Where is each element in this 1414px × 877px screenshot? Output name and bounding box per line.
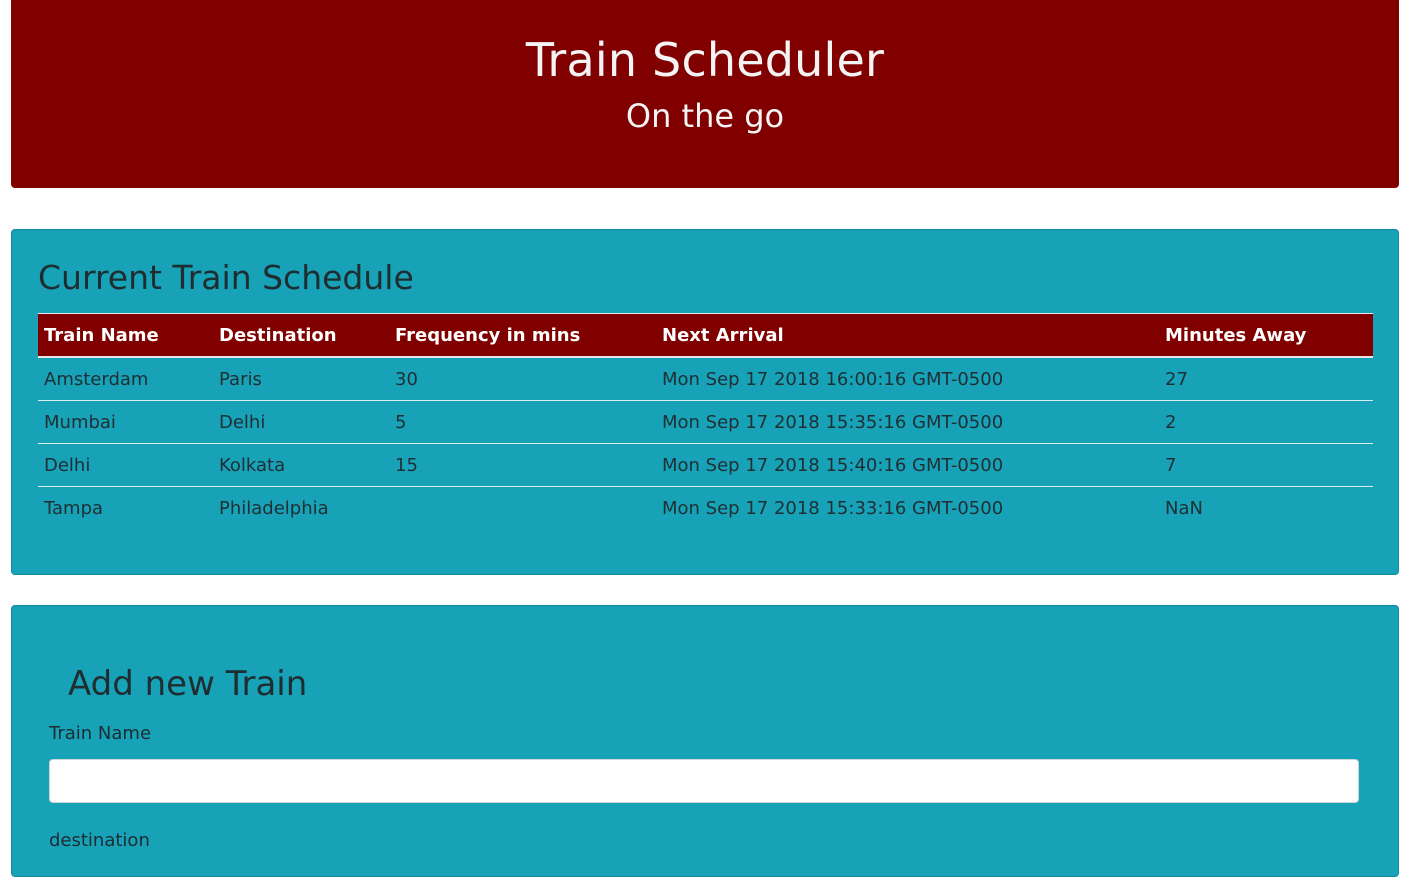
table-header-row: Train Name Destination Frequency in mins…: [38, 313, 1373, 358]
cell-destination: Paris: [213, 357, 389, 401]
add-train-heading: Add new Train: [68, 664, 308, 704]
cell-minutes-away: NaN: [1165, 497, 1203, 519]
cell-frequency: [389, 487, 656, 530]
cell-next-arrival: Mon Sep 17 2018 15:35:16 GMT-0500: [656, 400, 1159, 444]
train-name-input[interactable]: [49, 759, 1359, 803]
table-row: Delhi Kolkata 15 Mon Sep 17 2018 15:40:1…: [38, 443, 1373, 487]
page-subtitle: On the go: [625, 97, 785, 135]
column-header-train-name: Train Name: [38, 313, 213, 358]
column-header-minutes-away: Minutes Away: [1159, 313, 1373, 358]
destination-label: destination: [49, 830, 150, 851]
table-row: Mumbai Delhi 5 Mon Sep 17 2018 15:35:16 …: [38, 400, 1373, 444]
cell-train-name: Amsterdam: [38, 357, 213, 401]
train-name-label: Train Name: [49, 723, 152, 744]
cell-minutes-away: 2: [1159, 400, 1373, 444]
cell-frequency: 15: [389, 443, 656, 487]
table-row: Tampa Philadelphia Mon Sep 17 2018 15:33…: [38, 487, 1373, 530]
page-title: Train Scheduler: [525, 33, 885, 87]
schedule-heading: Current Train Schedule: [38, 258, 414, 297]
cell-frequency: 5: [389, 400, 656, 444]
column-header-destination: Destination: [213, 313, 389, 358]
column-header-frequency: Frequency in mins: [389, 313, 656, 358]
add-train-panel: Add new Train Train Name destination: [11, 605, 1399, 877]
schedule-table: Train Name Destination Frequency in mins…: [38, 313, 1373, 529]
cell-destination: Delhi: [213, 400, 389, 444]
cell-next-arrival: Mon Sep 17 2018 16:00:16 GMT-0500: [656, 357, 1159, 401]
cell-minutes-away: 27: [1159, 357, 1373, 401]
cell-next-arrival: Mon Sep 17 2018 15:40:16 GMT-0500: [656, 443, 1159, 487]
header-jumbotron: Train Scheduler On the go: [11, 0, 1399, 188]
cell-destination: Kolkata: [213, 443, 389, 487]
cell-frequency: 30: [389, 357, 656, 401]
cell-next-arrival: Mon Sep 17 2018 15:33:16 GMT-0500: [662, 497, 1004, 519]
cell-minutes-away: 7: [1159, 443, 1373, 487]
column-header-next-arrival: Next Arrival: [656, 313, 1159, 358]
cell-destination: Philadelphia: [219, 497, 329, 519]
cell-train-name: Delhi: [38, 443, 213, 487]
cell-train-name: Mumbai: [38, 400, 213, 444]
table-row: Amsterdam Paris 30 Mon Sep 17 2018 16:00…: [38, 357, 1373, 401]
schedule-panel: Current Train Schedule Train Name Destin…: [11, 229, 1399, 575]
cell-train-name: Tampa: [44, 497, 104, 519]
